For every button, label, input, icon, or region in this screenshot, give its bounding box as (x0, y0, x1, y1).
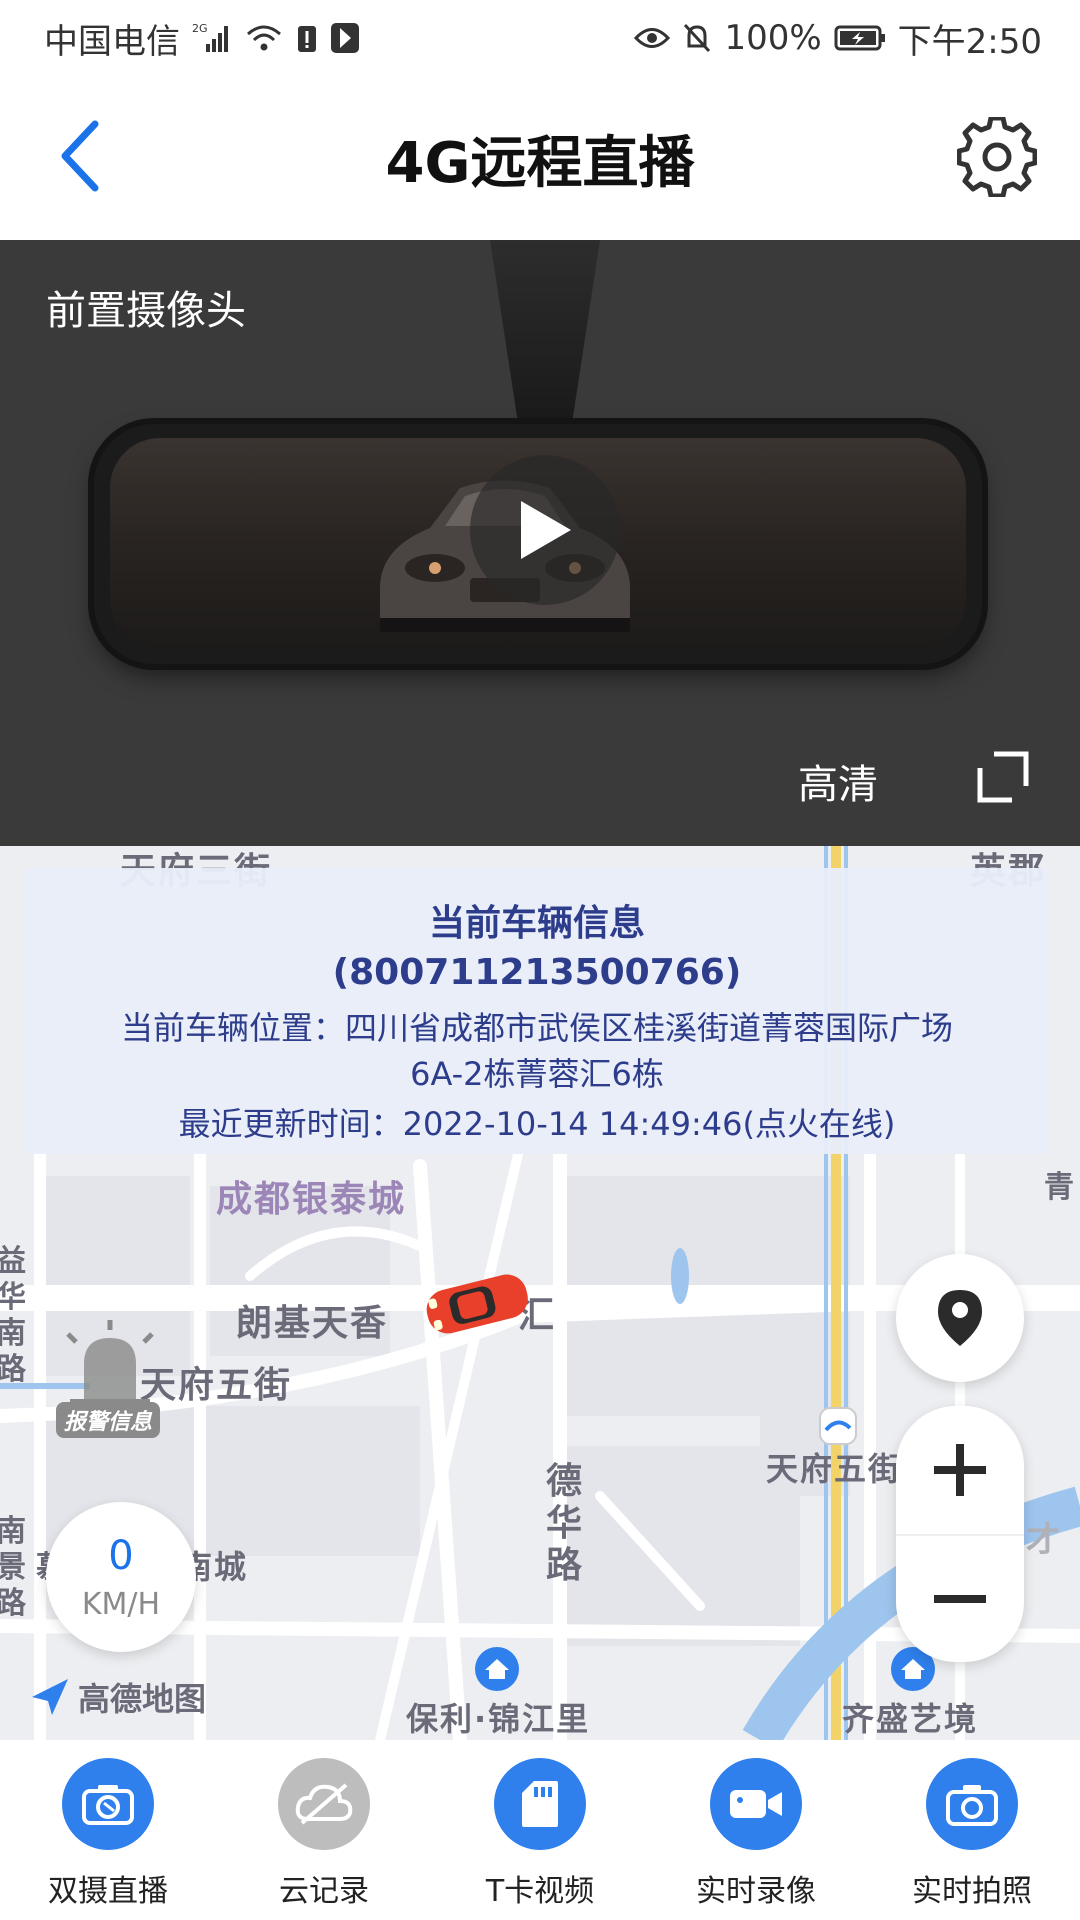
map-label: 青 (1044, 1170, 1076, 1205)
nav-label: 实时拍照 (912, 1874, 1032, 1909)
last-update: 最近更新时间：2022-10-14 14:49:46(点火在线) (26, 1099, 1048, 1145)
poi-icon[interactable] (472, 1644, 522, 1694)
nav-label: 实时录像 (696, 1874, 816, 1909)
zoom-in-button[interactable] (896, 1406, 1024, 1534)
play-button[interactable] (470, 455, 620, 605)
nav-cloud-record[interactable]: 云记录 (216, 1740, 432, 1920)
play-icon (521, 501, 571, 559)
locate-button[interactable] (896, 1254, 1024, 1382)
map-provider-logo: 高德地图 (28, 1674, 206, 1720)
map-label: 路 (0, 1352, 28, 1387)
quality-toggle[interactable]: 高清 (798, 752, 878, 810)
bottom-toolbar: 双摄直播 云记录 T卡视频 实时录像 实时拍照 (0, 1740, 1080, 1920)
vehicle-id: (800711213500766) (332, 952, 742, 993)
fullscreen-icon[interactable] (976, 750, 1030, 804)
map-label: 保利·锦江里 (406, 1700, 591, 1738)
video-player[interactable]: 前置摄像头 高清 (0, 240, 1080, 846)
vehicle-info-title: 当前车辆信息 (428, 903, 645, 944)
location-pin-icon (938, 1290, 982, 1346)
highway-sign-icon (819, 1407, 857, 1445)
gear-icon (957, 117, 1037, 197)
back-button[interactable] (40, 116, 120, 196)
location-label: 当前车辆位置： (120, 1009, 345, 1047)
speed-indicator: 0 KM/H (46, 1502, 196, 1652)
alarm-info-label: 报警信息 (56, 1402, 161, 1438)
zoom-controls (896, 1406, 1024, 1662)
camera-icon (926, 1758, 1018, 1850)
alarm-light-icon (66, 1320, 154, 1405)
time-value: 2022-10-14 14:49:46(点火在线) (402, 1105, 896, 1143)
clock: 下午2:50 (897, 21, 1042, 62)
mirror-mount (490, 240, 600, 420)
location-line1: 四川省成都市武侯区桂溪街道菁蓉国际广场 (345, 1009, 954, 1047)
title-bar: 4G远程直播 (0, 76, 1080, 240)
map-label: 成都银泰城 (216, 1179, 407, 1220)
minus-icon (934, 1595, 986, 1603)
signal-icon: 2G (192, 22, 232, 54)
map-label: 朗基天香 (236, 1303, 389, 1344)
nav-label: 双摄直播 (48, 1874, 168, 1909)
plus-icon (934, 1444, 986, 1496)
alarm-info-button[interactable]: 报警信息 (50, 1316, 170, 1446)
chevron-left-icon (61, 120, 99, 192)
map-label: 路 (0, 1586, 28, 1621)
vehicle-location: 当前车辆位置：四川省成都市武侯区桂溪街道菁蓉国际广场 6A-2栋菁蓉汇6栋 (26, 1005, 1048, 1097)
time-label: 最近更新时间： (178, 1105, 403, 1143)
zoom-out-button[interactable] (896, 1534, 1024, 1662)
nav-dual-camera-live[interactable]: 双摄直播 (0, 1740, 216, 1920)
map-label: 路 (546, 1545, 585, 1586)
dual-camera-icon (62, 1758, 154, 1850)
svg-text:2G: 2G (192, 22, 208, 35)
nav-realtime-photo[interactable]: 实时拍照 (864, 1740, 1080, 1920)
vehicle-info-card: 当前车辆信息 (800711213500766) 当前车辆位置：四川省成都市武侯… (26, 868, 1048, 1154)
nav-realtime-recording[interactable]: 实时录像 (648, 1740, 864, 1920)
vehicle-marker-icon[interactable] (420, 1268, 534, 1338)
wifi-icon (244, 22, 284, 54)
app-notification-icon (330, 22, 360, 54)
speed-value: 0 (108, 1532, 134, 1579)
location-line2: 6A-2栋菁蓉汇6栋 (410, 1055, 664, 1093)
settings-button[interactable] (954, 114, 1040, 200)
status-bar: 中国电信 2G 100% 下午2:50 (0, 0, 1080, 76)
speed-unit: KM/H (81, 1586, 161, 1622)
amap-logo-icon (32, 1679, 68, 1715)
video-camera-icon (710, 1758, 802, 1850)
cloud-off-icon (278, 1758, 370, 1850)
nav-sd-card-video[interactable]: T卡视频 (432, 1740, 648, 1920)
map-provider-name: 高德地图 (78, 1680, 207, 1718)
camera-label: 前置摄像头 (46, 288, 246, 334)
nav-label: 云记录 (279, 1874, 369, 1909)
mute-bell-icon (682, 22, 712, 54)
map-view[interactable]: 天府三街 英郡 当前车辆信息 (800711213500766) 当前车辆位置：… (0, 846, 1080, 1740)
carrier-label: 中国电信 (44, 21, 180, 62)
nav-label: T卡视频 (485, 1874, 595, 1909)
sd-card-icon (494, 1758, 586, 1850)
map-label: 齐盛艺境 (842, 1700, 979, 1738)
page-title: 4G远程直播 (385, 130, 695, 196)
battery-charging-icon (834, 24, 886, 52)
eye-icon (634, 25, 671, 51)
battery-percent: 100% (724, 18, 822, 58)
map-label: 天府五街 (766, 1450, 903, 1488)
alert-icon (296, 22, 318, 54)
